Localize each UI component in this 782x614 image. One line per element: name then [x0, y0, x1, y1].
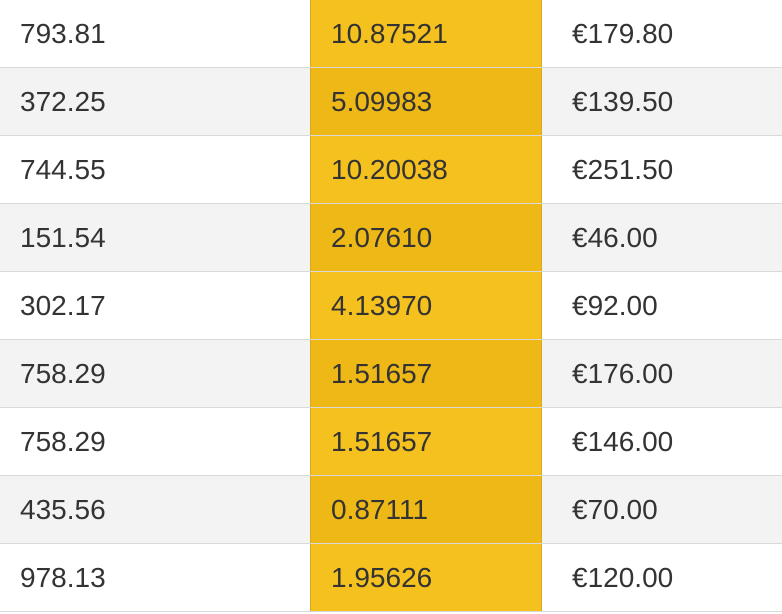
cell-value-3: €46.00	[542, 204, 782, 271]
cell-value-2: 0.87111	[310, 476, 542, 543]
cell-value-2: 10.20038	[310, 136, 542, 203]
cell-value-2: 1.51657	[310, 408, 542, 475]
cell-value-1: 758.29	[0, 408, 310, 475]
cell-value-1: 744.55	[0, 136, 310, 203]
table-row: 372.25 5.09983 €139.50	[0, 68, 782, 136]
cell-value-3: €146.00	[542, 408, 782, 475]
table-row: 978.13 1.95626 €120.00	[0, 544, 782, 612]
cell-value-3: €92.00	[542, 272, 782, 339]
cell-value-2: 2.07610	[310, 204, 542, 271]
cell-value-2: 10.87521	[310, 0, 542, 67]
cell-value-3: €251.50	[542, 136, 782, 203]
cell-value-1: 758.29	[0, 340, 310, 407]
table-row: 744.55 10.20038 €251.50	[0, 136, 782, 204]
data-table: 793.81 10.87521 €179.80 372.25 5.09983 €…	[0, 0, 782, 612]
table-row: 435.56 0.87111 €70.00	[0, 476, 782, 544]
table-row: 302.17 4.13970 €92.00	[0, 272, 782, 340]
cell-value-1: 435.56	[0, 476, 310, 543]
cell-value-2: 1.51657	[310, 340, 542, 407]
cell-value-1: 372.25	[0, 68, 310, 135]
cell-value-2: 4.13970	[310, 272, 542, 339]
cell-value-3: €179.80	[542, 0, 782, 67]
table-row: 758.29 1.51657 €176.00	[0, 340, 782, 408]
cell-value-3: €70.00	[542, 476, 782, 543]
cell-value-2: 5.09983	[310, 68, 542, 135]
cell-value-1: 151.54	[0, 204, 310, 271]
cell-value-2: 1.95626	[310, 544, 542, 611]
table-row: 793.81 10.87521 €179.80	[0, 0, 782, 68]
cell-value-3: €139.50	[542, 68, 782, 135]
cell-value-3: €120.00	[542, 544, 782, 611]
cell-value-1: 978.13	[0, 544, 310, 611]
table-row: 758.29 1.51657 €146.00	[0, 408, 782, 476]
cell-value-1: 302.17	[0, 272, 310, 339]
cell-value-3: €176.00	[542, 340, 782, 407]
table-row: 151.54 2.07610 €46.00	[0, 204, 782, 272]
cell-value-1: 793.81	[0, 0, 310, 67]
